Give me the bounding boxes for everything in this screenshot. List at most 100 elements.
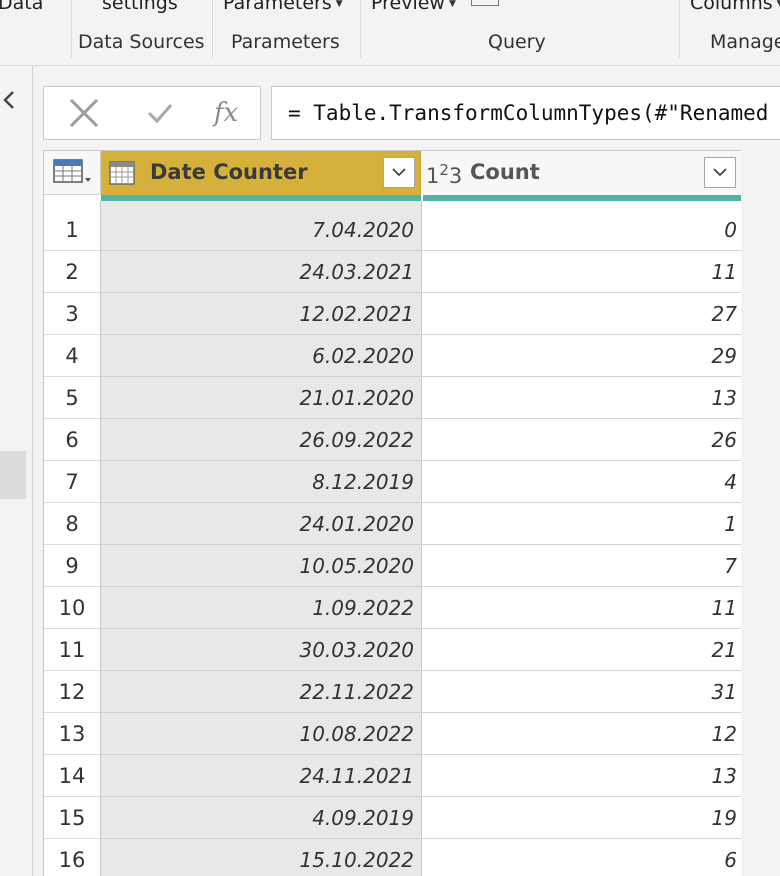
cell-date-counter[interactable]: 26.09.2022	[101, 419, 422, 461]
row-number[interactable]: 7	[44, 461, 101, 503]
data-grid: Date Counter 123 Count 1 7.04.2020 0 2 2…	[43, 150, 741, 876]
chevron-down-icon	[392, 168, 406, 177]
cancel-formula-button[interactable]	[54, 87, 114, 139]
table-row: 12 22.11.2022 31	[44, 671, 741, 713]
row-number[interactable]: 12	[44, 671, 101, 713]
table-row: 8 24.01.2020 1	[44, 503, 741, 545]
formula-bar-buttons: fx	[43, 86, 261, 140]
refresh-preview-button[interactable]: Preview ▼	[371, 0, 456, 14]
cell-count[interactable]: 4	[422, 461, 741, 503]
table-row: 9 10.05.2020 7	[44, 545, 741, 587]
cell-date-counter[interactable]: 24.11.2021	[101, 755, 422, 797]
main-area: fx = Table.TransformColumnTypes(#"Rename…	[33, 66, 780, 876]
column-title: Date Counter	[150, 160, 308, 184]
cell-count[interactable]: 7	[422, 545, 741, 587]
table-row: 13 10.08.2022 12	[44, 713, 741, 755]
cell-date-counter[interactable]: 7.04.2020	[101, 209, 422, 251]
table-row: 2 24.03.2021 11	[44, 251, 741, 293]
row-number[interactable]: 8	[44, 503, 101, 545]
chevron-left-icon	[3, 91, 14, 109]
table-row: 5 21.01.2020 13	[44, 377, 741, 419]
row-number[interactable]: 5	[44, 377, 101, 419]
cell-count[interactable]: 0	[422, 209, 741, 251]
row-number[interactable]: 2	[44, 251, 101, 293]
cell-count[interactable]: 26	[422, 419, 741, 461]
ribbon-separator	[71, 0, 72, 58]
column-header-count[interactable]: 123 Count	[422, 151, 741, 195]
table-row: 7 8.12.2019 4	[44, 461, 741, 503]
column-filter-button[interactable]	[704, 157, 736, 188]
cell-count[interactable]: 11	[422, 587, 741, 629]
cell-date-counter[interactable]: 4.09.2019	[101, 797, 422, 839]
ribbon-data-button[interactable]: Data	[0, 0, 43, 14]
cell-count[interactable]: 29	[422, 335, 741, 377]
row-number[interactable]: 14	[44, 755, 101, 797]
cell-count[interactable]: 12	[422, 713, 741, 755]
cell-date-counter[interactable]: 12.02.2021	[101, 293, 422, 335]
commit-formula-button[interactable]	[130, 87, 190, 139]
cell-count[interactable]: 21	[422, 629, 741, 671]
row-number[interactable]: 6	[44, 419, 101, 461]
ribbon: Data settings Data Sources Parameters ▼ P…	[0, 0, 780, 66]
column-filter-button[interactable]	[383, 157, 415, 188]
table-row: 6 26.09.2022 26	[44, 419, 741, 461]
table-icon	[53, 159, 91, 183]
row-number[interactable]: 15	[44, 797, 101, 839]
table-row: 11 30.03.2020 21	[44, 629, 741, 671]
cell-count[interactable]: 13	[422, 377, 741, 419]
insert-function-button[interactable]: fx	[196, 87, 256, 139]
table-row: 10 1.09.2022 11	[44, 587, 741, 629]
data-source-settings-button[interactable]: settings	[102, 0, 178, 14]
ribbon-separator	[679, 0, 680, 58]
column-header-date-counter[interactable]: Date Counter	[101, 151, 421, 195]
cell-date-counter[interactable]: 24.03.2021	[101, 251, 422, 293]
table-menu-button[interactable]	[44, 151, 101, 195]
row-number[interactable]: 1	[44, 209, 101, 251]
row-number[interactable]: 9	[44, 545, 101, 587]
column-pad	[101, 201, 422, 209]
group-label-query: Query	[488, 31, 546, 53]
cell-count[interactable]: 11	[422, 251, 741, 293]
chevron-down-icon: ▼	[448, 0, 456, 9]
cell-count[interactable]: 31	[422, 671, 741, 713]
row-number[interactable]: 11	[44, 629, 101, 671]
cell-date-counter[interactable]: 10.05.2020	[101, 545, 422, 587]
expand-queries-pane-button[interactable]	[0, 88, 22, 112]
cell-date-counter[interactable]: 21.01.2020	[101, 377, 422, 419]
cell-count[interactable]: 27	[422, 293, 741, 335]
cell-date-counter[interactable]: 22.11.2022	[101, 671, 422, 713]
row-number-pad	[44, 201, 101, 209]
ribbon-separator	[360, 0, 361, 58]
properties-icon[interactable]	[471, 0, 499, 6]
table-row: 16 15.10.2022 6	[44, 839, 741, 876]
row-number[interactable]: 13	[44, 713, 101, 755]
table-row: 15 4.09.2019 19	[44, 797, 741, 839]
row-number[interactable]: 16	[44, 839, 101, 876]
formula-input[interactable]: = Table.TransformColumnTypes(#"Renamed	[271, 86, 780, 140]
fx-icon: fx	[213, 98, 239, 128]
row-number[interactable]: 10	[44, 587, 101, 629]
pane-scroll-indicator	[0, 451, 26, 499]
table-row: 4 6.02.2020 29	[44, 335, 741, 377]
x-icon	[69, 98, 99, 128]
row-number[interactable]: 4	[44, 335, 101, 377]
row-number[interactable]: 3	[44, 293, 101, 335]
cell-date-counter[interactable]: 6.02.2020	[101, 335, 422, 377]
cell-date-counter[interactable]: 1.09.2022	[101, 587, 422, 629]
choose-columns-button[interactable]: Columns▼	[690, 0, 780, 14]
column-quality-bar	[423, 195, 741, 201]
cell-date-counter[interactable]: 24.01.2020	[101, 503, 422, 545]
check-icon	[147, 104, 173, 124]
cell-date-counter[interactable]: 10.08.2022	[101, 713, 422, 755]
cell-count[interactable]: 1	[422, 503, 741, 545]
cell-count[interactable]: 6	[422, 839, 741, 876]
group-label-manage-columns: Manage	[710, 31, 780, 53]
cell-count[interactable]: 19	[422, 797, 741, 839]
manage-parameters-button[interactable]: Parameters ▼	[223, 0, 343, 14]
cell-count[interactable]: 13	[422, 755, 741, 797]
chevron-down-icon: ▼	[335, 0, 343, 9]
cell-date-counter[interactable]: 8.12.2019	[101, 461, 422, 503]
column-title: Count	[470, 160, 540, 184]
cell-date-counter[interactable]: 15.10.2022	[101, 839, 422, 876]
cell-date-counter[interactable]: 30.03.2020	[101, 629, 422, 671]
